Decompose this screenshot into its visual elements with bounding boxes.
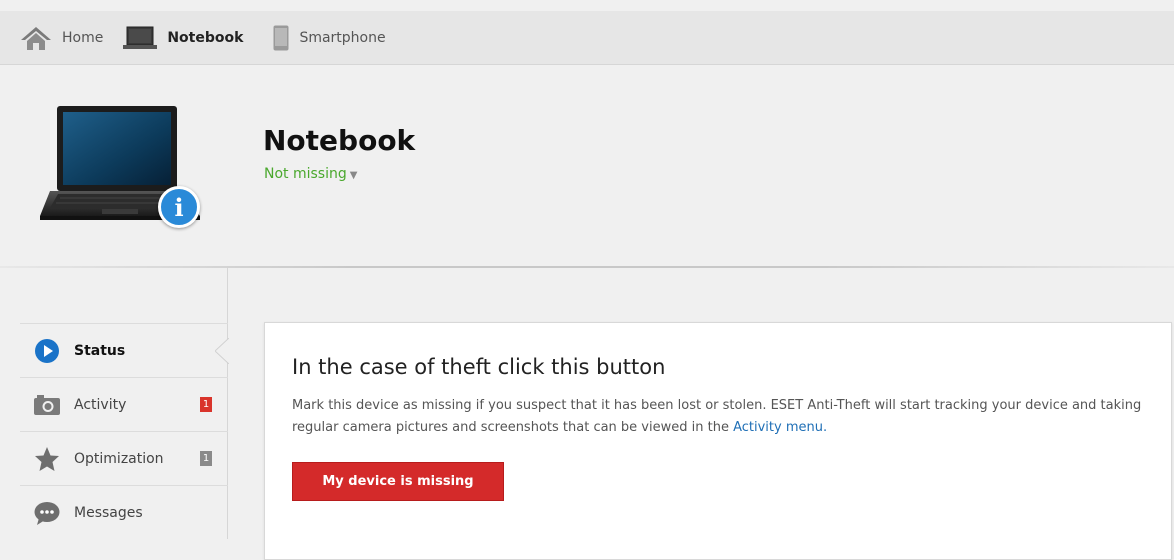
- top-navigation: Home Notebook Smartphone: [0, 11, 1174, 65]
- device-missing-button[interactable]: My device is missing: [292, 462, 504, 501]
- laptop-icon: [123, 26, 158, 50]
- sidebar: Status Activity 1 Optimization 1 Message…: [0, 268, 229, 539]
- status-text: Not missing: [264, 166, 347, 182]
- sidebar-item-label: Status: [74, 342, 126, 359]
- sidebar-item-messages[interactable]: Messages: [20, 485, 228, 539]
- nav-home-label: Home: [62, 29, 104, 46]
- nav-smartphone[interactable]: Smartphone: [273, 11, 386, 64]
- smartphone-icon: [273, 25, 289, 51]
- sidebar-item-label: Messages: [74, 504, 143, 521]
- nav-notebook[interactable]: Notebook: [123, 11, 243, 64]
- sidebar-item-label: Optimization: [74, 450, 164, 467]
- caret-down-icon: ▼: [349, 170, 358, 181]
- home-icon: [20, 25, 52, 51]
- laptop-image: i: [40, 106, 200, 228]
- nav-smartphone-label: Smartphone: [299, 29, 386, 46]
- activity-menu-link[interactable]: Activity menu.: [733, 420, 827, 435]
- optimization-count-badge: 1: [200, 451, 212, 466]
- activity-count-badge: 1: [200, 397, 212, 412]
- info-badge-icon: i: [158, 186, 200, 228]
- sidebar-item-status[interactable]: Status: [20, 323, 229, 377]
- theft-card: In the case of theft click this button M…: [264, 322, 1172, 560]
- card-description-text: Mark this device as missing if you suspe…: [292, 398, 1142, 435]
- camera-icon: [32, 390, 62, 420]
- card-description: Mark this device as missing if you suspe…: [292, 395, 1152, 439]
- nav-notebook-label: Notebook: [167, 29, 244, 46]
- play-circle-icon: [32, 336, 62, 366]
- sidebar-item-activity[interactable]: Activity 1: [20, 377, 228, 431]
- chat-bubble-icon: [32, 498, 62, 528]
- sidebar-item-label: Activity: [74, 396, 127, 413]
- device-header: i Notebook Not missing ▼: [0, 66, 1174, 266]
- card-title: In the case of theft click this button: [292, 355, 666, 379]
- star-icon: [32, 444, 62, 474]
- active-pointer: [215, 338, 229, 364]
- nav-home[interactable]: Home: [20, 11, 103, 64]
- sidebar-item-optimization[interactable]: Optimization 1: [20, 431, 228, 485]
- info-icon-glyph: i: [174, 192, 184, 222]
- status-dropdown[interactable]: Not missing ▼: [264, 166, 357, 182]
- page-title: Notebook: [263, 124, 416, 157]
